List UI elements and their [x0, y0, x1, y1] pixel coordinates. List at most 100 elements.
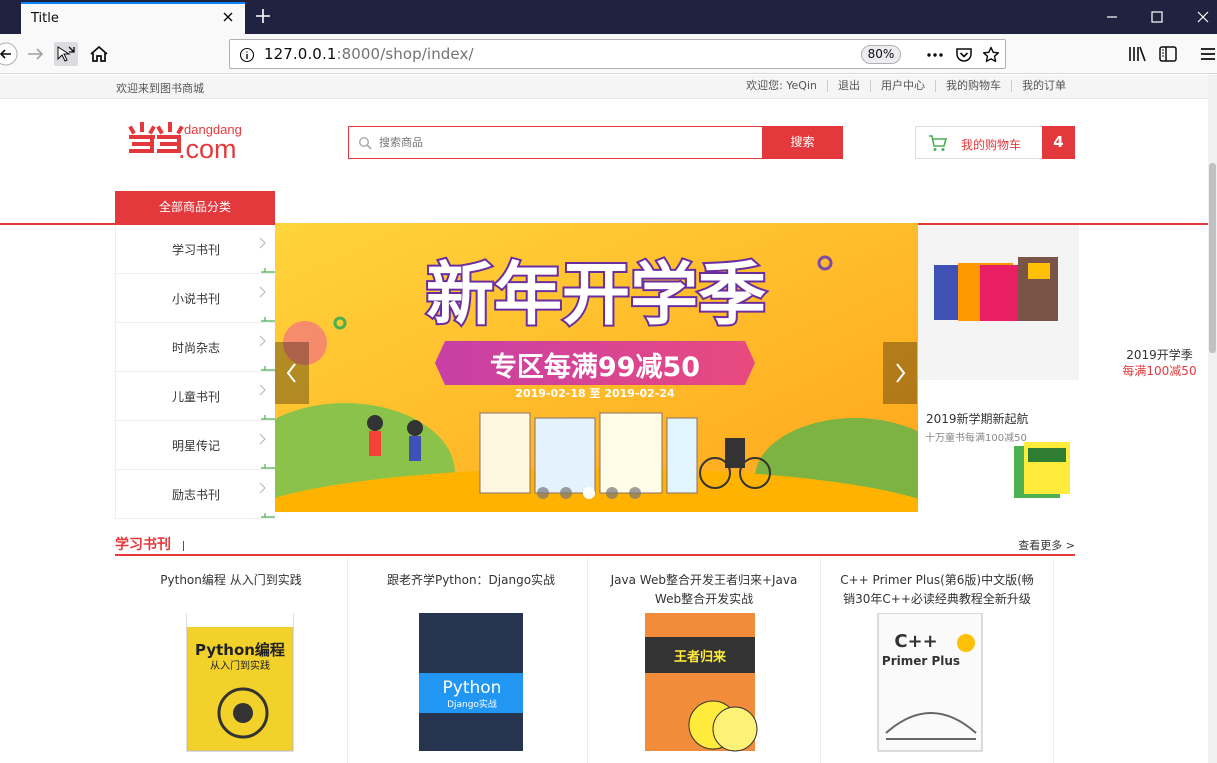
logout-link[interactable]: 退出: [827, 80, 870, 92]
user-center-link[interactable]: 用户中心: [870, 80, 935, 92]
dangdang-logo[interactable]: dangdang .com: [128, 120, 258, 160]
category-label: 励志书刊: [171, 488, 220, 502]
close-tab-icon[interactable]: [221, 10, 235, 24]
banner-dot[interactable]: [629, 487, 641, 499]
category-item[interactable]: 时尚杂志: [115, 323, 275, 372]
chevron-right-icon: [896, 363, 906, 383]
minimize-icon[interactable]: [1103, 8, 1121, 26]
promo2-books-image: [1014, 442, 1070, 498]
svg-text:Primer Plus: Primer Plus: [882, 654, 960, 668]
banner-dot[interactable]: [606, 487, 618, 499]
close-window-icon[interactable]: [1194, 8, 1212, 26]
book-card[interactable]: Java Web整合开发王者归来+Java Web整合开发实战 王者归来: [588, 558, 821, 763]
book-cover-image: 王者归来: [645, 613, 758, 752]
chevron-right-icon: [259, 433, 266, 445]
side-promo-top[interactable]: 2019开学季 每满100减50: [918, 225, 1197, 380]
maximize-icon[interactable]: [1148, 8, 1166, 26]
chevron-right-icon: [259, 286, 266, 298]
banner-dot[interactable]: [560, 487, 572, 499]
library-icon[interactable]: [1125, 42, 1149, 66]
browser-titlebar: Title: [0, 0, 1217, 34]
search-input[interactable]: [349, 127, 762, 158]
new-tab-icon[interactable]: [254, 7, 272, 25]
book-card[interactable]: 跟老齐学Python：Django实战 Python Django实战: [355, 558, 588, 763]
cart-icon: [929, 135, 948, 151]
my-orders-link[interactable]: 我的订单: [1011, 80, 1076, 92]
book-title[interactable]: 跟老齐学Python：Django实战: [370, 571, 572, 590]
promo2-title: 2019新学期新起航: [926, 412, 1029, 426]
section-divider: [183, 541, 184, 551]
info-icon[interactable]: [239, 47, 255, 63]
banner-dot-active[interactable]: [583, 487, 595, 499]
web-page: 欢迎来到图书商城 欢迎您: YeQin 退出 用户中心 我的购物车 我的订单 d…: [0, 75, 1217, 763]
chevron-right-icon: [259, 482, 266, 494]
search-icon: [358, 136, 372, 150]
decor-tick-icon: [261, 268, 275, 273]
book-card[interactable]: C++ Primer Plus(第6版)中文版(畅销30年C++必读经典教程全新…: [821, 558, 1054, 763]
url-path: :8000/shop/index/: [336, 45, 474, 63]
my-cart-link[interactable]: 我的购物车: [935, 80, 1011, 92]
cart-button[interactable]: 我的购物车 4: [915, 126, 1075, 159]
menu-icon[interactable]: [1196, 42, 1217, 66]
category-item[interactable]: 儿童书刊: [115, 372, 275, 421]
book-cover-image: Python Django实战: [419, 613, 523, 751]
category-item[interactable]: 小说书刊: [115, 274, 275, 323]
svg-text:Django实战: Django实战: [447, 698, 497, 710]
category-label: 小说书刊: [171, 292, 220, 306]
book-title[interactable]: C++ Primer Plus(第6版)中文版(畅销30年C++必读经典教程全新…: [836, 571, 1038, 609]
banner-dots: [537, 487, 641, 499]
cart-label: 我的购物车: [961, 138, 1022, 152]
page-scrollbar[interactable]: [1208, 75, 1217, 763]
category-item[interactable]: 明星传记: [115, 421, 275, 470]
category-label: 学习书刊: [171, 243, 220, 257]
browser-navbar: 127.0.0.1:8000/shop/index/ 80%: [0, 34, 1217, 74]
section-header: 学习书刊 查看更多 >: [115, 529, 1075, 556]
book-card[interactable]: Python编程 从入门到实践 Python编程 从入门到实践: [115, 558, 348, 763]
banner-dot[interactable]: [537, 487, 549, 499]
banner-illustration: 新年开学季 专区每满99减50 2019-02-18 至 2019-02-24: [275, 223, 918, 512]
more-actions-icon[interactable]: [926, 46, 944, 64]
svg-text:C++: C++: [894, 631, 937, 652]
banner-next-button[interactable]: [883, 342, 917, 404]
book-list: Python编程 从入门到实践 Python编程 从入门到实践 跟老齐学Pyth…: [115, 558, 1055, 763]
decor-tick-icon: [261, 415, 275, 420]
book-title[interactable]: Java Web整合开发王者归来+Java Web整合开发实战: [603, 571, 805, 609]
scrollbar-thumb[interactable]: [1209, 163, 1216, 353]
greeting-text: 欢迎您: YeQin: [746, 79, 817, 92]
search-button[interactable]: 搜索: [762, 126, 843, 159]
category-label: 儿童书刊: [171, 390, 220, 404]
sidebar-icon[interactable]: [1156, 42, 1180, 66]
decor-tick-icon: [261, 317, 275, 322]
banner-headline: 新年开学季: [426, 256, 766, 335]
chevron-left-icon: [286, 363, 296, 383]
book-title[interactable]: Python编程 从入门到实践: [130, 571, 332, 590]
url-text[interactable]: 127.0.0.1:8000/shop/index/: [264, 45, 474, 63]
promo-banner[interactable]: 新年开学季 专区每满99减50 2019-02-18 至 2019-02-24: [275, 223, 918, 512]
book-cover-image: C++ Primer Plus: [877, 613, 983, 752]
svg-text:Python: Python: [443, 678, 502, 698]
side-promo-bottom[interactable]: 2019新学期新起航 十万童书每满100减50: [918, 380, 1079, 512]
svg-text:从入门到实践: 从入门到实践: [210, 659, 270, 672]
back-icon[interactable]: [0, 42, 18, 66]
banner-subline: 专区每满99减50: [490, 351, 700, 383]
banner-prev-button[interactable]: [275, 342, 309, 404]
category-item[interactable]: 学习书刊: [115, 225, 275, 274]
banner-dates: 2019-02-18 至 2019-02-24: [515, 387, 675, 400]
category-item[interactable]: 励志书刊: [115, 470, 275, 519]
chevron-right-icon: [259, 237, 266, 249]
home-icon[interactable]: [87, 42, 111, 66]
view-more-link[interactable]: 查看更多 >: [1018, 537, 1075, 553]
zoom-badge[interactable]: 80%: [861, 45, 901, 64]
cart-count-badge: 4: [1042, 126, 1075, 159]
pocket-icon[interactable]: [955, 46, 973, 64]
browser-tab[interactable]: Title: [21, 2, 245, 34]
forward-icon[interactable]: [23, 42, 47, 66]
url-host: 127.0.0.1: [264, 45, 337, 63]
all-categories-tab[interactable]: 全部商品分类: [115, 191, 275, 224]
address-bar[interactable]: 127.0.0.1:8000/shop/index/ 80%: [229, 39, 1006, 69]
decor-tick-icon: [261, 366, 275, 371]
cursor-icon[interactable]: [54, 42, 78, 66]
welcome-text: 欢迎来到图书商城: [116, 82, 204, 95]
top-links: 欢迎您: YeQin 退出 用户中心 我的购物车 我的订单: [736, 80, 1076, 92]
bookmark-star-icon[interactable]: [982, 46, 1000, 64]
